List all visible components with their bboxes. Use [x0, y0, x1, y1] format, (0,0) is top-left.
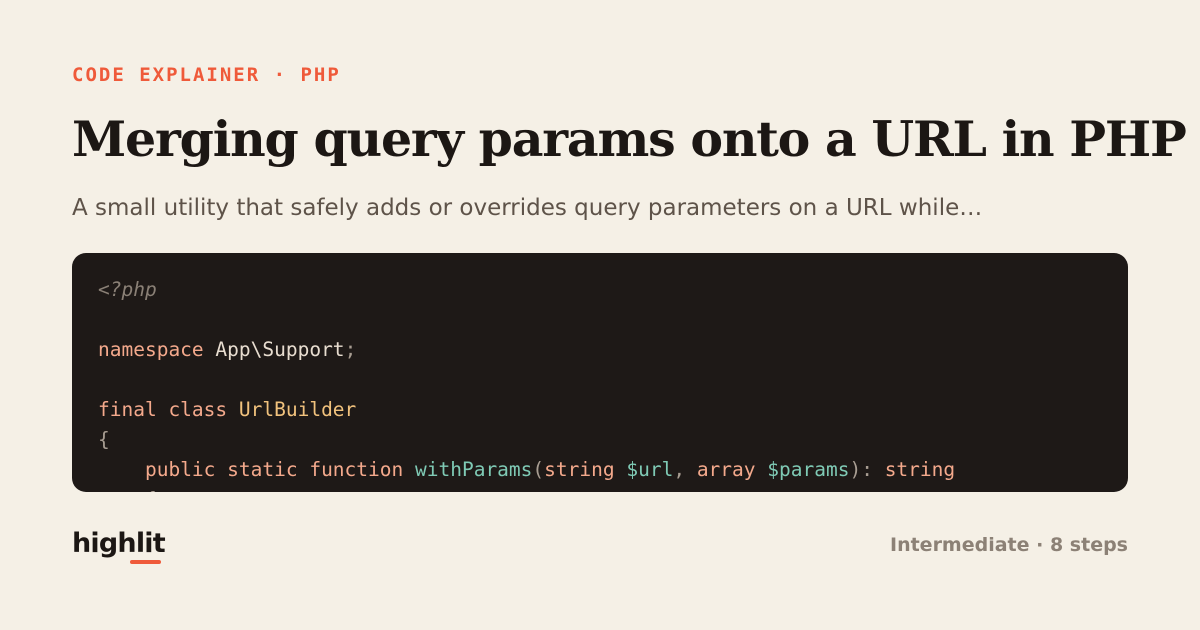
code-token-keyword: array — [696, 458, 756, 481]
brand-logo: highlit — [72, 526, 166, 570]
code-snippet: <?php namespace App\Support; final class… — [72, 253, 1128, 492]
code-line: final class UrlBuilder — [98, 395, 955, 425]
code-token-punct: ): — [849, 458, 885, 481]
code-token-variable: $url — [626, 458, 674, 481]
code-token-plain: App\Support — [203, 338, 345, 361]
code-line: namespace App\Support; — [98, 335, 955, 365]
code-token-keyword: string — [544, 458, 615, 481]
page-title: Merging query params onto a URL in PHP — [72, 110, 1187, 168]
code-token-keyword: namespace — [98, 338, 204, 361]
code-token-punct: { — [98, 428, 110, 451]
page-subtitle: A small utility that safely adds or over… — [72, 195, 983, 221]
code-token-punct: ( — [532, 458, 545, 481]
difficulty-and-steps: Intermediate · 8 steps — [890, 534, 1128, 556]
code-token-comment: <?php — [98, 278, 157, 301]
code-token-punct: ; — [344, 338, 357, 361]
code-token-type: UrlBuilder — [238, 398, 357, 421]
code-token-punct: , — [673, 458, 697, 481]
code-line: { — [98, 485, 955, 492]
code-token-keyword: final class — [98, 398, 228, 421]
brand-wordmark: highlit — [72, 528, 166, 559]
code-line: <?php — [98, 275, 955, 305]
code-token-function: withParams — [415, 458, 533, 481]
code-token-punct: { — [98, 488, 157, 492]
code-token-keyword: public static function — [144, 458, 404, 481]
code-token-variable: $params — [767, 458, 850, 481]
code-line: { — [98, 425, 955, 455]
brand-underline-mark — [130, 560, 161, 564]
category-label: CODE EXPLAINER · PHP — [72, 64, 341, 86]
code-lines: <?php namespace App\Support; final class… — [98, 275, 955, 492]
code-line: public static function withParams(string… — [98, 455, 955, 485]
code-token-keyword: string — [884, 458, 956, 481]
